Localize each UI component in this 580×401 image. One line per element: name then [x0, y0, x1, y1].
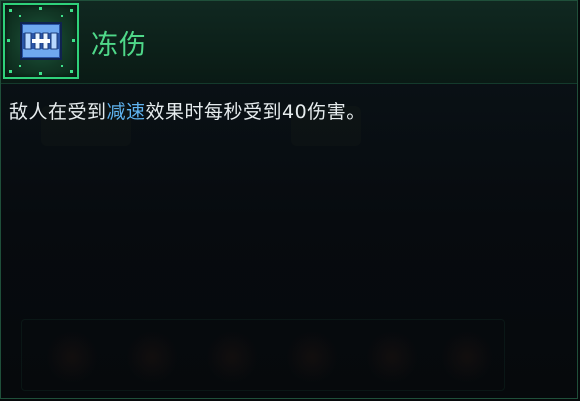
- background-ghost-slot: [441, 331, 493, 383]
- buff-title: 冻伤: [91, 30, 147, 61]
- buff-icon-frame: [3, 3, 79, 79]
- description-text-before: 敌人在受到: [9, 101, 107, 123]
- background-ghost-slot: [126, 331, 178, 383]
- tooltip-header: 冻伤: [1, 1, 577, 84]
- background-ghost-slot: [46, 331, 98, 383]
- background-ghost-slot: [206, 331, 258, 383]
- buff-tooltip: 冻伤 敌人在受到减速效果时每秒受到40伤害。: [0, 0, 578, 399]
- background-ghost-slot: [366, 331, 418, 383]
- buff-description: 敌人在受到减速效果时每秒受到40伤害。: [9, 97, 366, 124]
- background-ghost-slot: [286, 331, 338, 383]
- slow-keyword-highlight: 减速: [106, 101, 146, 123]
- description-text-after: 效果时每秒受到40伤害。: [145, 101, 366, 123]
- frost-chain-icon: [7, 7, 75, 75]
